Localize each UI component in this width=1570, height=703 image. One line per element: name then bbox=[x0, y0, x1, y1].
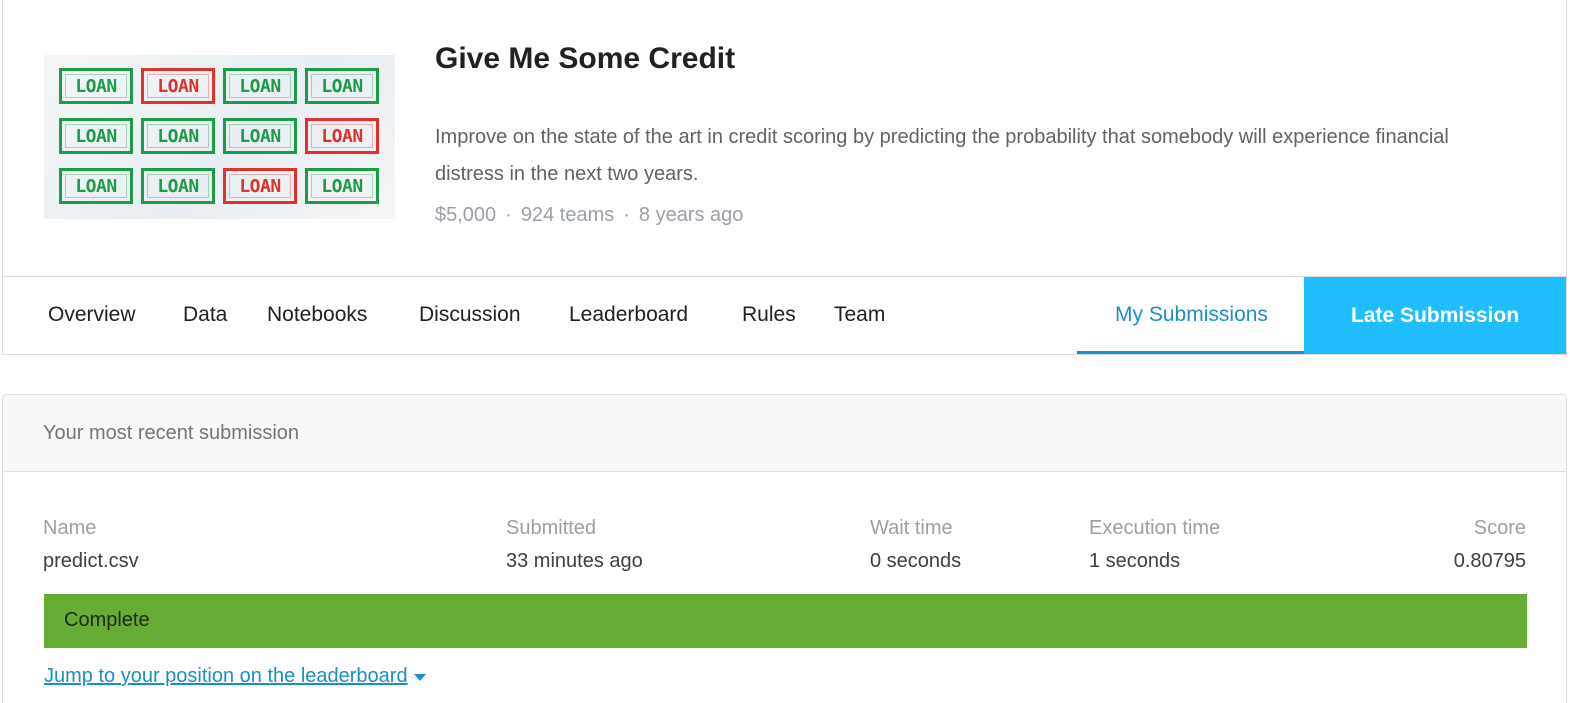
submission-time: 33 minutes ago bbox=[506, 550, 643, 572]
tab-data[interactable]: Data bbox=[183, 277, 227, 354]
competition-description: Improve on the state of the art in credi… bbox=[435, 126, 1449, 185]
jump-to-leaderboard-link[interactable]: Jump to your position on the leaderboard bbox=[44, 665, 426, 688]
column-label-score: Score bbox=[1473, 517, 1526, 539]
loan-stamp: LOAN bbox=[59, 68, 133, 104]
column-label-submitted: Submitted bbox=[506, 517, 597, 539]
loan-stamp: LOAN bbox=[305, 168, 379, 204]
loan-stamp: LOAN bbox=[59, 168, 133, 204]
loan-stamp: LOAN bbox=[223, 68, 297, 104]
column-label-wait-time: Wait time bbox=[870, 517, 953, 539]
loan-stamp: LOAN bbox=[141, 68, 215, 104]
caret-down-icon bbox=[413, 674, 426, 681]
submission-status-bar: Complete bbox=[44, 594, 1527, 648]
tab-my-submissions[interactable]: My Submissions bbox=[1077, 277, 1306, 354]
submission-card-title: Your most recent submission bbox=[43, 422, 300, 444]
competition-age: 8 years ago bbox=[638, 204, 744, 226]
loan-stamp: LOAN bbox=[223, 118, 297, 154]
submission-score: 0.80795 bbox=[1453, 550, 1526, 572]
loan-stamp: LOAN bbox=[305, 68, 379, 104]
jump-link-label: Jump to your position on the leaderboard bbox=[44, 665, 408, 687]
meta-separator: · bbox=[623, 204, 630, 226]
tab-leaderboard[interactable]: Leaderboard bbox=[569, 277, 688, 354]
submission-status-text: Complete bbox=[64, 609, 150, 631]
loan-stamp: LOAN bbox=[305, 118, 379, 154]
competition-banner-image: LOAN LOAN LOAN LOAN LOAN LOAN LOAN LOAN LOAN LOAN… bbox=[44, 55, 395, 219]
submission-card-header: Your most recent submission bbox=[3, 395, 1566, 472]
competition-meta: $5,000 · 924 teams · 8 years ago bbox=[435, 204, 743, 227]
submission-wait-time: 0 seconds bbox=[870, 550, 962, 572]
tab-notebooks[interactable]: Notebooks bbox=[267, 277, 367, 354]
column-label-execution-time: Execution time bbox=[1089, 517, 1221, 539]
loan-stamp: LOAN bbox=[59, 118, 133, 154]
competition-tabs: Overview Data Notebooks Discussion Leade… bbox=[3, 276, 1566, 354]
loan-stamp: LOAN bbox=[141, 118, 215, 154]
submission-file-name: predict.csv bbox=[43, 550, 139, 572]
competition-title: Give Me Some Credit bbox=[435, 42, 736, 75]
tab-rules[interactable]: Rules bbox=[742, 277, 796, 354]
loan-stamp: LOAN bbox=[141, 168, 215, 204]
loan-stamp: LOAN bbox=[223, 168, 297, 204]
submission-execution-time: 1 seconds bbox=[1089, 550, 1181, 572]
tab-discussion[interactable]: Discussion bbox=[419, 277, 521, 354]
late-submission-button[interactable]: Late Submission bbox=[1304, 277, 1566, 354]
recent-submission-card: Your most recent submission Name predict… bbox=[2, 394, 1567, 703]
team-count: 924 teams bbox=[520, 204, 615, 226]
prize-amount: $5,000 bbox=[435, 204, 497, 226]
tab-overview[interactable]: Overview bbox=[48, 277, 136, 354]
meta-separator: · bbox=[505, 204, 512, 226]
column-label-name: Name bbox=[43, 517, 97, 539]
tab-team[interactable]: Team bbox=[834, 277, 885, 354]
loan-stamp-grid: LOAN LOAN LOAN LOAN LOAN LOAN LOAN LOAN LOAN LOAN… bbox=[59, 68, 379, 204]
competition-header: LOAN LOAN LOAN LOAN LOAN LOAN LOAN LOAN LOAN LOAN… bbox=[2, 0, 1567, 355]
